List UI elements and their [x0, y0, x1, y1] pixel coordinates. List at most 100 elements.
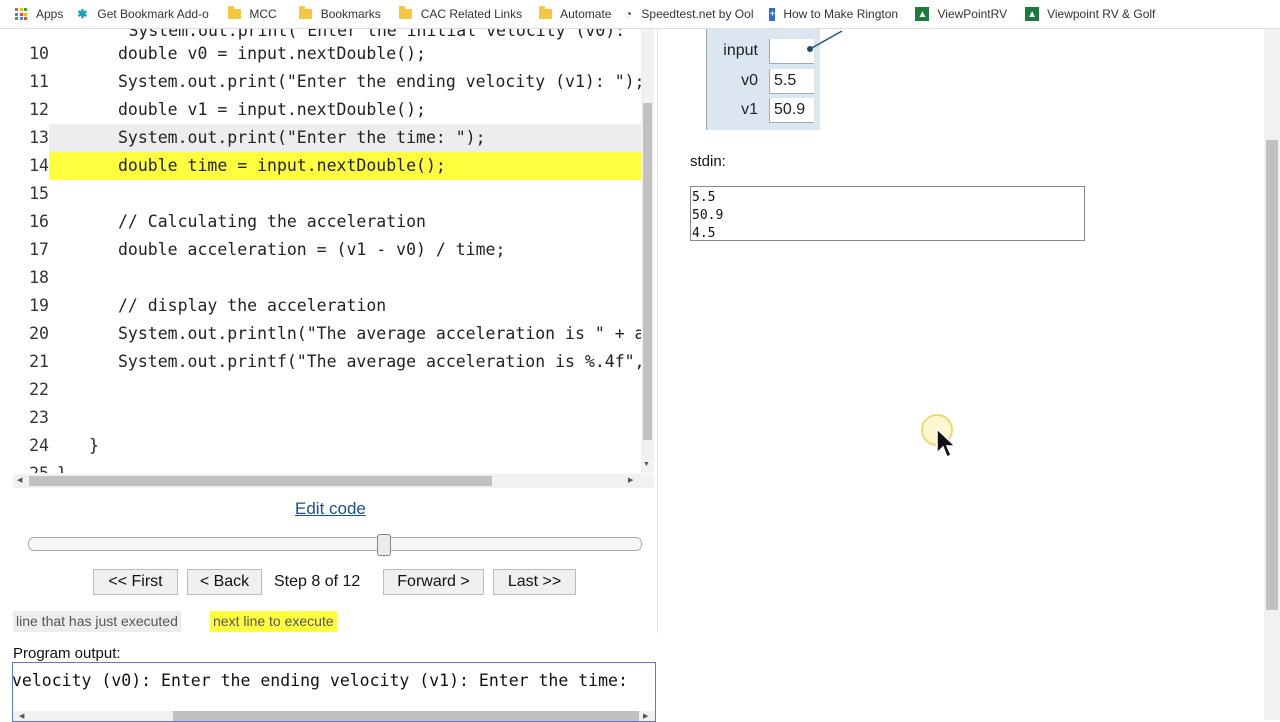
scroll-down-arrow-icon[interactable]: ▼: [643, 461, 650, 468]
code-text: double acceleration = (v1 - v0) / time;: [118, 240, 506, 259]
line-number: 24: [29, 436, 49, 455]
code-text: System.out.printf("The average accelerat…: [118, 352, 641, 371]
code-line-16: 16 // Calculating the acceleration: [13, 208, 641, 236]
code-line-20: 20 System.out.println("The average accele…: [13, 320, 641, 348]
line-number: 12: [29, 100, 49, 119]
tree-icon: ▲: [915, 7, 930, 21]
code-line-22: 22: [13, 376, 641, 404]
var-value-v0: 5.5: [769, 69, 814, 94]
scroll-left-arrow-icon[interactable]: ◀: [19, 712, 24, 720]
var-name-v0: v0: [741, 72, 758, 89]
code-line-14: 14 double time = input.nextDouble();: [13, 152, 641, 180]
edit-code-link[interactable]: Edit code: [295, 499, 366, 519]
step-counter: Step 8 of 12: [274, 573, 361, 590]
folder-icon: [538, 6, 552, 21]
line-number: 17: [29, 240, 49, 259]
code-line-23: 23: [13, 404, 641, 432]
code-line-24: 24}: [13, 432, 641, 460]
program-output-text: velocity (v0): Enter the ending velocity…: [12, 671, 638, 690]
code-panel: 9 System.out.print("Enter the initial ve…: [13, 29, 655, 473]
code-line-10: 10 double v0 = input.nextDouble();: [13, 40, 641, 68]
line-number: 11: [29, 72, 49, 91]
bookmark-apps[interactable]: Apps: [8, 2, 69, 26]
mouse-pointer-icon: [936, 428, 957, 459]
code-line-21: 21 System.out.printf("The average acceler…: [13, 348, 641, 376]
var-name-v1: v1: [741, 101, 758, 118]
page-vertical-scroll-thumb[interactable]: [1266, 140, 1278, 610]
bookmark-ringtone[interactable]: + How to Make Rington: [763, 2, 903, 26]
bookmark-cac-links[interactable]: CAC Related Links: [393, 2, 528, 26]
code-text: double time = input.nextDouble();: [49, 152, 641, 180]
folder-icon: [399, 6, 413, 21]
code-line-15: 15: [13, 180, 641, 208]
line-number: 13: [29, 128, 49, 147]
speedometer-icon: ◔: [624, 7, 633, 21]
code-text: double v0 = input.nextDouble();: [118, 44, 426, 63]
bookmark-bookmarks[interactable]: Bookmarks: [293, 2, 387, 26]
code-line-11: 11 System.out.print("Enter the ending vel…: [13, 68, 641, 96]
panel-divider: [657, 29, 658, 633]
code-line-17: 17 double acceleration = (v1 - v0) / time…: [13, 236, 641, 264]
bookmark-get-addon[interactable]: ✱ Get Bookmark Add-o: [69, 2, 221, 26]
code-text: }: [89, 436, 99, 455]
apps-grid-icon: [14, 7, 28, 21]
code-horizontal-scrollbar[interactable]: ◀ ▶: [13, 474, 654, 488]
folder-icon: [227, 6, 241, 21]
page-vertical-scrollbar[interactable]: [1264, 29, 1280, 720]
code-vertical-scroll-thumb[interactable]: [643, 103, 652, 440]
scroll-right-arrow-icon[interactable]: ▶: [643, 712, 648, 720]
line-number: 19: [29, 296, 49, 315]
code-text: double v1 = input.nextDouble();: [118, 100, 426, 119]
line-number: 16: [29, 212, 49, 231]
code-text: System.out.print("Enter the ending veloc…: [118, 72, 641, 91]
program-output-box[interactable]: velocity (v0): Enter the ending velocity…: [12, 662, 656, 722]
stdin-label: stdin:: [690, 153, 726, 170]
tree-icon: ▲: [1025, 7, 1040, 21]
bookmark-viewpointrv[interactable]: ▲ ViewPointRV: [909, 2, 1013, 26]
code-text: // Calculating the acceleration: [118, 212, 426, 231]
back-button[interactable]: < Back: [187, 569, 262, 595]
code-vertical-scrollbar[interactable]: [641, 29, 654, 473]
bookmarks-bar: Apps ✱ Get Bookmark Add-o MCC Bookmarks …: [0, 0, 1280, 29]
scroll-right-arrow-icon[interactable]: ▶: [628, 476, 633, 484]
folder-icon: [299, 6, 313, 21]
code-text: System.out.print("Enter the time: ");: [49, 124, 641, 152]
line-number: 18: [29, 268, 49, 287]
stdin-line: 4.5: [692, 226, 716, 241]
code-horizontal-scroll-thumb[interactable]: [29, 476, 492, 486]
stdin-line: 50.9: [692, 208, 724, 223]
line-number: 10: [29, 44, 49, 63]
code-line-25: 25}: [13, 460, 641, 473]
legend-executed-line: line that has just executed: [13, 611, 181, 632]
code-text: System.out.println("The average accelera…: [118, 324, 641, 343]
code-line-12: 12 double v1 = input.nextDouble();: [13, 96, 641, 124]
bookmark-automate[interactable]: Automate: [532, 2, 617, 26]
first-button[interactable]: << First: [93, 569, 178, 595]
program-output-label: Program output:: [13, 645, 121, 662]
line-number: 21: [29, 352, 49, 371]
line-number: 14: [29, 156, 49, 175]
reference-pointer-arrow: [807, 30, 843, 52]
stdin-line: 5.5: [692, 190, 716, 205]
bookmark-speedtest[interactable]: ◔ Speedtest.net by Ool: [617, 2, 759, 26]
puzzle-icon: ✱: [77, 7, 88, 21]
code-text: // display the acceleration: [118, 296, 387, 315]
stdin-box[interactable]: 5.5 50.9 4.5: [690, 186, 1085, 241]
legend-next-line: next line to execute: [210, 611, 337, 632]
last-button[interactable]: Last >>: [493, 569, 576, 595]
line-number: 15: [29, 184, 49, 203]
bookmark-viewpoint-golf[interactable]: ▲ Viewpoint RV & Golf: [1019, 2, 1161, 26]
scroll-left-arrow-icon[interactable]: ◀: [17, 476, 22, 484]
code-line-13: 13 System.out.print("Enter the time: ");: [13, 124, 641, 152]
step-slider-handle[interactable]: [376, 534, 391, 556]
line-number: 20: [29, 324, 49, 343]
code-line-19: 19 // display the acceleration: [13, 292, 641, 320]
var-value-v1: 50.9: [769, 98, 814, 123]
bookmark-mcc[interactable]: MCC: [221, 2, 282, 26]
line-number: 22: [29, 380, 49, 399]
code-line-18: 18: [13, 264, 641, 292]
step-slider[interactable]: [28, 537, 642, 551]
forward-button[interactable]: Forward >: [383, 569, 484, 595]
plus-doc-icon: +: [769, 7, 776, 21]
line-number: 23: [29, 408, 49, 427]
